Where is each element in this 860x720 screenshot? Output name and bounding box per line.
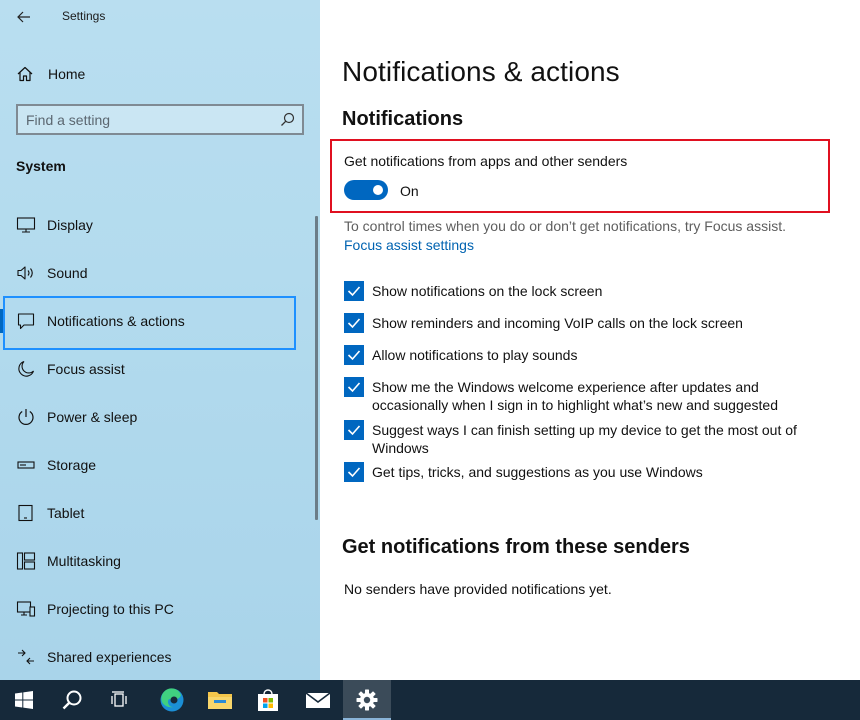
title-bar: Settings — [0, 0, 320, 34]
focus-assist-settings-link[interactable]: Focus assist settings — [344, 237, 474, 253]
sidebar-item-label: Display — [47, 217, 93, 233]
search-icon — [62, 690, 82, 710]
checkmark-icon — [347, 286, 361, 297]
senders-empty-message: No senders have provided notifications y… — [344, 581, 612, 597]
toggle-state-label: On — [400, 183, 419, 199]
sidebar-scrollbar[interactable] — [315, 216, 318, 520]
main-content: Notifications & actions Notifications Ge… — [320, 0, 860, 680]
notifications-toggle-caption: Get notifications from apps and other se… — [344, 153, 628, 169]
checkbox-label: Show me the Windows welcome experience a… — [372, 379, 778, 413]
sidebar: Settings Home System Display Sound — [0, 0, 320, 680]
taskbar-search-button[interactable] — [48, 680, 96, 720]
checkmark-icon — [347, 467, 361, 478]
section-title-notifications: Notifications — [342, 108, 464, 130]
sidebar-item-label: Multitasking — [47, 553, 121, 569]
senders-section-title: Get notifications from these senders — [342, 536, 690, 558]
search-box[interactable] — [16, 104, 304, 135]
taskbar-mail[interactable] — [294, 680, 342, 720]
sidebar-item-sound[interactable]: Sound — [0, 251, 316, 295]
speaker-icon — [17, 266, 33, 280]
notification-icon — [17, 313, 35, 330]
checkmark-icon — [347, 350, 361, 361]
projecting-icon — [16, 601, 36, 617]
edge-icon — [160, 688, 184, 712]
checkbox[interactable] — [344, 377, 364, 397]
section-label-system: System — [16, 158, 66, 174]
taskbar-settings[interactable] — [343, 680, 391, 720]
taskbar-edge[interactable] — [148, 680, 196, 720]
monitor-icon — [16, 217, 36, 233]
sidebar-item-label: Focus assist — [47, 361, 125, 377]
multitasking-icon — [16, 552, 36, 570]
focus-assist-hint: To control times when you do or don’t ge… — [344, 218, 786, 234]
toggle-knob — [373, 185, 383, 195]
task-view-icon — [111, 691, 127, 707]
sidebar-item-label: Tablet — [47, 505, 85, 521]
moon-icon — [18, 360, 35, 377]
sidebar-item-label: Notifications & actions — [47, 313, 185, 329]
sidebar-item-label: Sound — [47, 265, 88, 281]
file-explorer-icon — [208, 692, 232, 709]
checkbox-label: Allow notifications to play sounds — [372, 347, 578, 363]
tablet-icon — [18, 504, 33, 522]
app-title: Settings — [62, 9, 106, 23]
checkbox-label: Get tips, tricks, and suggestions as you… — [372, 464, 703, 480]
sidebar-item-tablet[interactable]: Tablet — [0, 491, 316, 535]
page-title: Notifications & actions — [342, 56, 620, 87]
notifications-toggle[interactable] — [344, 180, 388, 200]
checkbox[interactable] — [344, 281, 364, 301]
sidebar-item-label: Power & sleep — [47, 409, 138, 425]
taskbar-file-explorer[interactable] — [196, 680, 244, 720]
taskbar — [0, 680, 860, 720]
back-arrow-icon — [17, 11, 30, 23]
power-icon — [18, 409, 34, 425]
sidebar-item-multitasking[interactable]: Multitasking — [0, 539, 316, 583]
sidebar-item-shared-experiences[interactable]: Shared experiences — [0, 635, 316, 679]
sidebar-item-power-sleep[interactable]: Power & sleep — [0, 395, 316, 439]
task-view-button[interactable] — [96, 680, 144, 720]
search-icon[interactable] — [279, 111, 296, 128]
sidebar-item-label: Shared experiences — [47, 649, 172, 665]
checkbox-label: Suggest ways I can finish setting up my … — [372, 422, 797, 456]
storage-icon — [17, 461, 35, 469]
checkmark-icon — [347, 382, 361, 393]
mail-icon — [305, 692, 331, 708]
back-button[interactable] — [10, 4, 38, 30]
highlight-box — [330, 139, 830, 213]
home-nav-item[interactable]: Home — [0, 56, 320, 90]
store-icon — [258, 689, 278, 711]
checkbox[interactable] — [344, 313, 364, 333]
settings-gear-icon — [356, 689, 378, 711]
taskbar-store[interactable] — [244, 680, 292, 720]
sidebar-item-storage[interactable]: Storage — [0, 443, 316, 487]
checkbox[interactable] — [344, 420, 364, 440]
checkbox[interactable] — [344, 345, 364, 365]
checkbox[interactable] — [344, 462, 364, 482]
sidebar-item-projecting[interactable]: Projecting to this PC — [0, 587, 316, 631]
checkbox-label: Show reminders and incoming VoIP calls o… — [372, 315, 743, 331]
sidebar-item-label: Projecting to this PC — [47, 601, 174, 617]
sidebar-item-label: Storage — [47, 457, 97, 473]
sidebar-item-focus-assist[interactable]: Focus assist — [0, 347, 316, 391]
checkmark-icon — [347, 425, 361, 436]
home-icon — [17, 66, 33, 82]
checkbox-label: Show notifications on the lock screen — [372, 283, 603, 299]
home-label: Home — [48, 66, 86, 82]
shared-experiences-icon — [18, 649, 34, 665]
search-input[interactable] — [26, 110, 271, 130]
sidebar-item-display[interactable]: Display — [0, 203, 316, 247]
sidebar-item-notifications-actions[interactable]: Notifications & actions — [0, 296, 316, 350]
windows-start-icon — [15, 691, 33, 709]
start-button[interactable] — [0, 680, 48, 720]
checkmark-icon — [347, 318, 361, 329]
